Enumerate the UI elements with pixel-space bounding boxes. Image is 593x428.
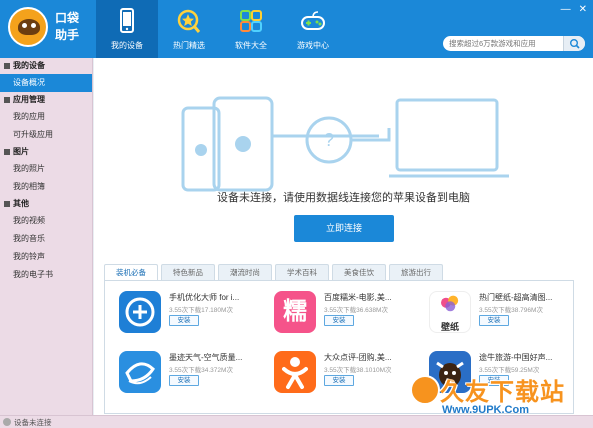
title-bar: 口袋 助手 我的设备 热门精选 软件大全 游戏中心 — ✕ 搜索超过6万款游戏和…: [0, 0, 593, 58]
watermark-url: Www.9UPK.Com: [442, 404, 529, 416]
dianping-app-icon[interactable]: [274, 351, 316, 393]
status-icon: [3, 418, 11, 426]
sidebar-group-device[interactable]: 我的设备: [0, 58, 92, 74]
nav-my-device[interactable]: 我的设备: [96, 0, 158, 58]
search-input[interactable]: [449, 38, 561, 49]
tab-fashion[interactable]: 潮流时尚: [218, 264, 272, 281]
install-button[interactable]: 安装: [479, 315, 509, 326]
logo-icon: [8, 7, 48, 47]
group-icon: [4, 97, 10, 103]
window-controls: — ✕: [561, 4, 587, 15]
app-card: 大众点评-团购,美... 3.55次下载38.1010M次 安装: [260, 345, 415, 401]
connect-message: 设备未连接，请使用数据线连接您的苹果设备到电脑: [217, 192, 470, 204]
app-card: 手机优化大师 for i... 3.55次下载17.180M次 安装: [105, 285, 260, 341]
app-card: 壁纸 热门壁纸-超高清图... 3.55次下载38.796M次 安装: [415, 285, 570, 341]
nav-software[interactable]: 软件大全: [220, 0, 282, 58]
star-icon: [177, 9, 201, 33]
search-button[interactable]: [563, 36, 585, 51]
group-icon: [4, 201, 10, 207]
tab-travel[interactable]: 旅游出行: [389, 264, 443, 281]
watermark: 久友下载站 Www.9UPK.Com: [410, 372, 590, 424]
install-button[interactable]: 安装: [169, 315, 199, 326]
close-button[interactable]: ✕: [579, 4, 587, 15]
apps-grid-icon: [240, 10, 262, 32]
watermark-text: 久友下载站: [440, 378, 565, 406]
search-icon: [569, 39, 580, 49]
sidebar-item-my-apps[interactable]: 我的应用: [0, 108, 92, 126]
install-button[interactable]: 安装: [169, 375, 199, 386]
logo-text: 口袋 助手: [55, 11, 80, 42]
group-icon: [4, 63, 10, 69]
tab-encyclopedia[interactable]: 学术百科: [275, 264, 329, 281]
sidebar-group-other[interactable]: 其他: [0, 196, 92, 212]
sidebar-item-overview[interactable]: 设备概况: [0, 74, 92, 92]
phone-icon: [120, 8, 134, 33]
sidebar-item-music[interactable]: 我的音乐: [0, 230, 92, 248]
nuomi-app-icon[interactable]: 糯: [274, 291, 316, 333]
sidebar-item-ebooks[interactable]: 我的电子书: [0, 266, 92, 284]
tab-new[interactable]: 特色新品: [161, 264, 215, 281]
sidebar-group-apps[interactable]: 应用管理: [0, 92, 92, 108]
minimize-button[interactable]: —: [561, 4, 571, 15]
optimizer-app-icon[interactable]: [119, 291, 161, 333]
app-logo: 口袋 助手: [8, 7, 90, 51]
nav-hot-picks[interactable]: 热门精选: [158, 0, 220, 58]
search-box: [443, 36, 585, 51]
connect-button[interactable]: 立即连接: [294, 215, 394, 242]
sidebar-item-videos[interactable]: 我的视频: [0, 212, 92, 230]
weather-app-icon[interactable]: [119, 351, 161, 393]
main-nav: 我的设备 热门精选 软件大全 游戏中心: [96, 0, 344, 58]
svg-text:?: ?: [324, 130, 334, 150]
tab-essentials[interactable]: 装机必备: [104, 264, 158, 281]
install-button[interactable]: 安装: [324, 375, 354, 386]
sidebar-item-ringtones[interactable]: 我的铃声: [0, 248, 92, 266]
sidebar-item-photos[interactable]: 我的照片: [0, 160, 92, 178]
category-tabs: 装机必备 特色新品 潮流时尚 学术百科 美食佳饮 旅游出行: [104, 264, 443, 281]
install-button[interactable]: 安装: [324, 315, 354, 326]
app-card: 糯 百度糯米-电影,美... 3.55次下载36.638M次 安装: [260, 285, 415, 341]
sidebar-group-pictures[interactable]: 图片: [0, 144, 92, 160]
sidebar-item-upgradable[interactable]: 可升级应用: [0, 126, 92, 144]
nav-game-center[interactable]: 游戏中心: [282, 0, 344, 58]
status-text: 设备未连接: [14, 418, 52, 427]
main-panel: ? 设备未连接，请使用数据线连接您的苹果设备到电脑 立即连接 装机必备 特色新品…: [94, 58, 593, 415]
sidebar-item-albums[interactable]: 我的相簿: [0, 178, 92, 196]
sidebar: 我的设备 设备概况 应用管理 我的应用 可升级应用 图片 我的照片 我的相簿 其…: [0, 58, 93, 415]
group-icon: [4, 149, 10, 155]
gamepad-icon: [301, 11, 325, 30]
watermark-logo-icon: [410, 375, 440, 405]
tab-food[interactable]: 美食佳饮: [332, 264, 386, 281]
app-card: 墨迹天气-空气质量... 3.55次下载34.372M次 安装: [105, 345, 260, 401]
wallpaper-app-icon[interactable]: 壁纸: [429, 291, 471, 333]
